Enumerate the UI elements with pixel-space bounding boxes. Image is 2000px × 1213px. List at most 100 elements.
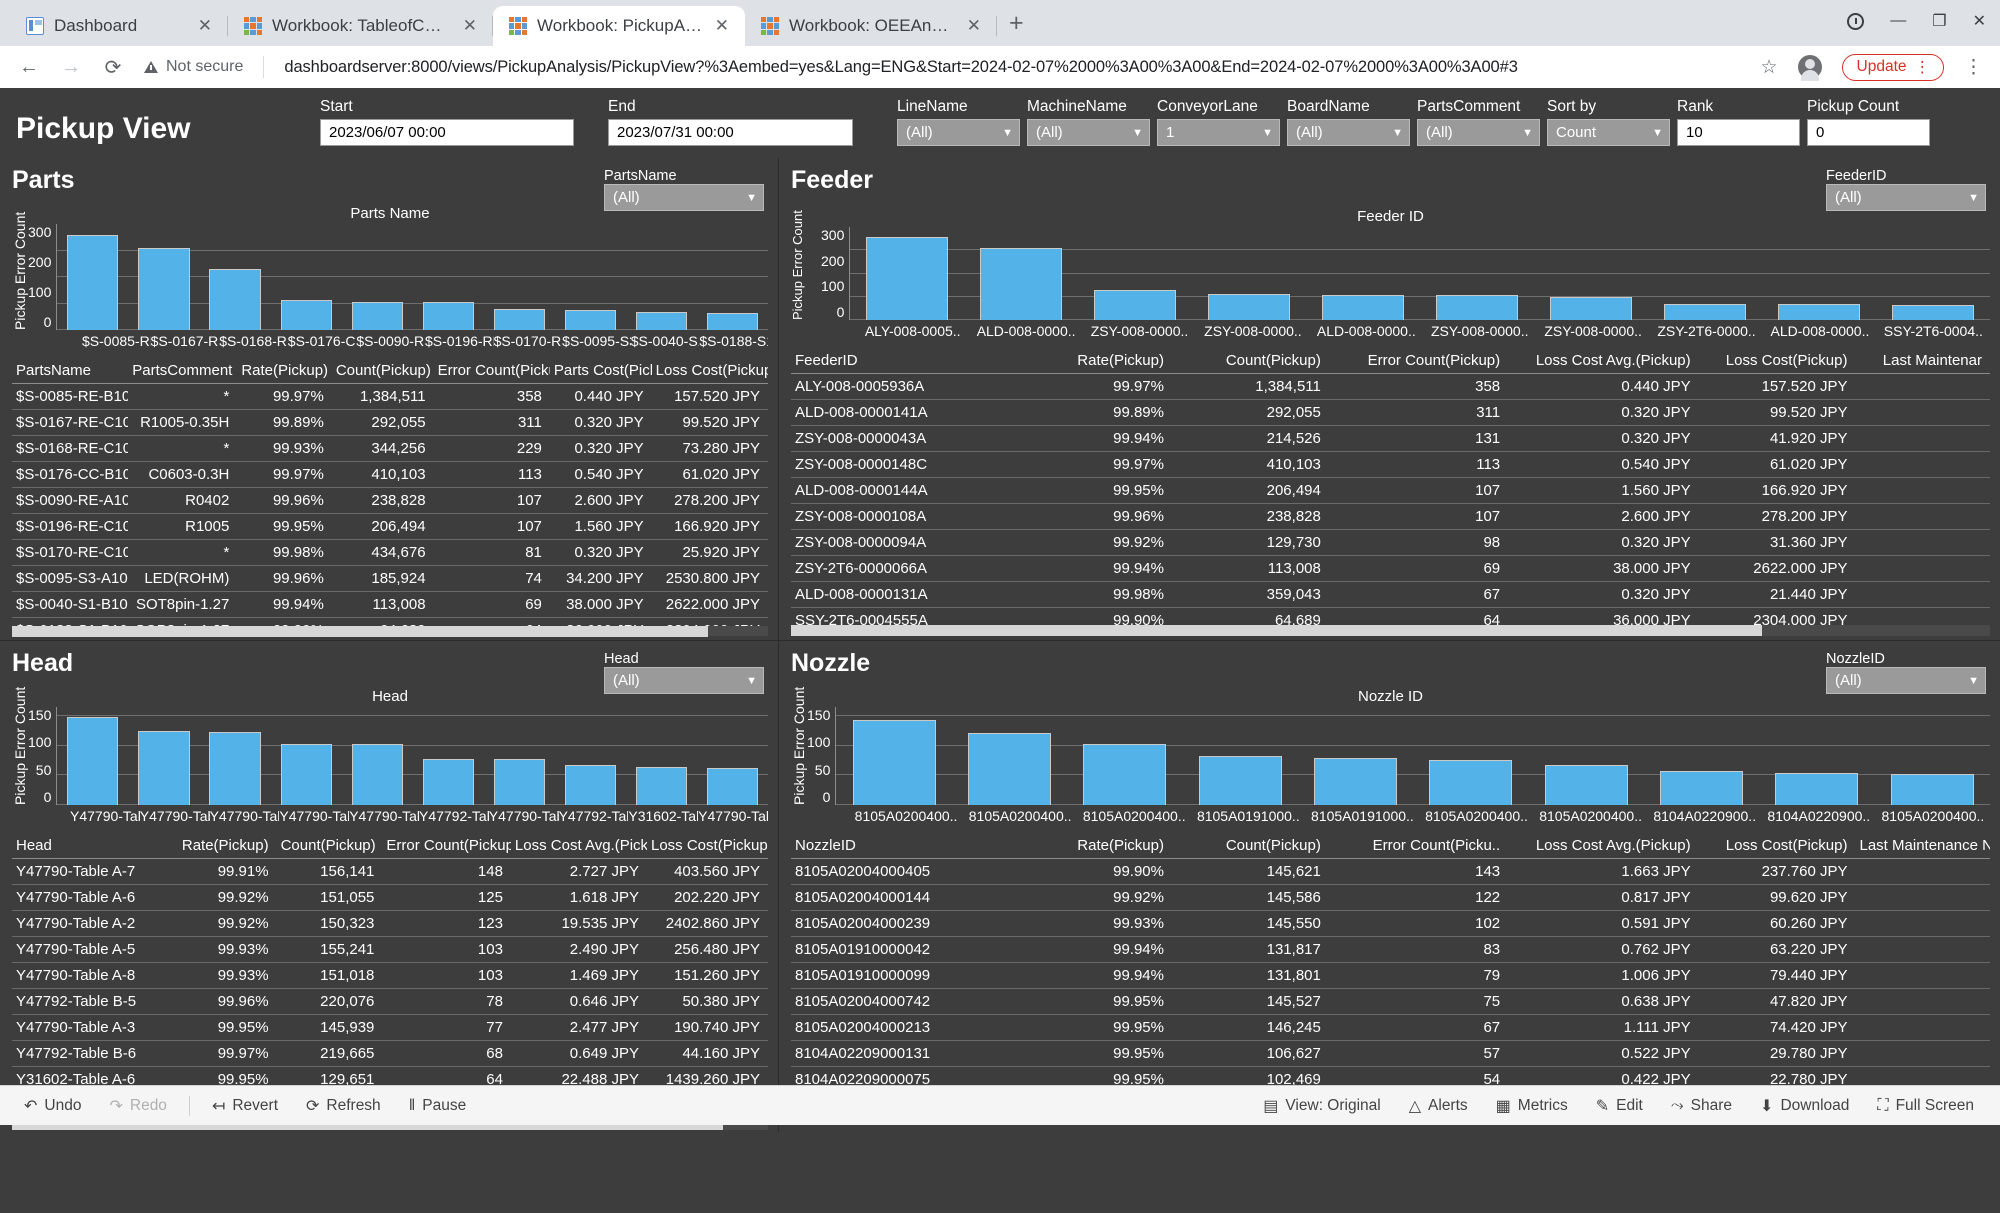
bar[interactable] <box>1314 758 1397 805</box>
table-row[interactable]: Y47792-Table B-699.97%219,665680.649 JPY… <box>12 1041 768 1067</box>
bar-cell[interactable] <box>413 707 484 805</box>
sort-by-select[interactable]: Count ▼ <box>1547 119 1670 146</box>
column-header[interactable]: Loss Cost Avg.(Pickup) <box>1508 834 1698 859</box>
bar-cell[interactable] <box>964 227 1078 320</box>
new-tab-button[interactable]: + <box>1009 9 1024 38</box>
bar-cell[interactable] <box>1298 707 1413 805</box>
bar[interactable] <box>423 302 474 330</box>
column-header[interactable]: Error Count(Pickup) <box>1329 349 1508 374</box>
update-button[interactable]: Update ⋮ <box>1842 54 1944 81</box>
column-header[interactable]: NozzleID <box>791 834 1026 859</box>
bar-cell[interactable] <box>57 224 128 330</box>
column-header[interactable]: Rate(Pickup) <box>1026 834 1172 859</box>
table-row[interactable]: Y47792-Table B-599.96%220,076780.646 JPY… <box>12 989 768 1015</box>
close-icon[interactable]: ✕ <box>713 16 731 36</box>
table-row[interactable]: $S-0085-RE-B10*99.97%1,384,5113580.440 J… <box>12 384 768 410</box>
table-row[interactable]: Y47790-Table A-299.92%150,32312319.535 J… <box>12 911 768 937</box>
bar[interactable] <box>636 312 687 330</box>
close-icon[interactable]: ✕ <box>196 16 214 36</box>
bar-cell[interactable] <box>484 707 555 805</box>
toolbar-metrics-button[interactable]: ▦Metrics <box>1484 1091 1580 1121</box>
column-header[interactable]: PartsComment <box>128 359 237 384</box>
table-row[interactable]: 8105A0200400014499.92%145,5861220.817 JP… <box>791 885 1990 911</box>
bar-cell[interactable] <box>1759 707 1874 805</box>
bar[interactable] <box>1208 294 1290 320</box>
bar-cell[interactable] <box>626 707 697 805</box>
address-input[interactable]: dashboardserver:8000/views/PickupAnalysi… <box>284 58 1740 77</box>
bar-cell[interactable] <box>1420 227 1534 320</box>
table-row[interactable]: ZSY-008-0000043A99.94%214,5261310.320 JP… <box>791 426 1990 452</box>
feeder-id-select[interactable]: (All) ▼ <box>1826 184 1986 211</box>
forward-icon[interactable]: → <box>60 56 82 79</box>
column-header[interactable]: Head <box>12 834 171 859</box>
column-header[interactable]: Last Maintenar <box>1856 349 1991 374</box>
record-icon[interactable] <box>1847 13 1864 30</box>
bar[interactable] <box>1094 290 1176 320</box>
bar[interactable] <box>209 732 260 805</box>
bar[interactable] <box>707 313 758 330</box>
close-window-button[interactable]: ✕ <box>1973 11 1986 31</box>
bar[interactable] <box>209 269 260 330</box>
bar-cell[interactable] <box>697 707 768 805</box>
bar[interactable] <box>67 235 118 330</box>
bar[interactable] <box>1892 305 1974 320</box>
toolbar-alerts-button[interactable]: △Alerts <box>1397 1091 1480 1121</box>
table-row[interactable]: Y47790-Table A-899.93%151,0181031.469 JP… <box>12 963 768 989</box>
bar-cell[interactable] <box>1182 707 1297 805</box>
bar-cell[interactable] <box>1876 227 1990 320</box>
bar-cell[interactable] <box>484 224 555 330</box>
toolbar-download-button[interactable]: ⬇Download <box>1748 1091 1861 1121</box>
column-header[interactable]: Error Count(Pickup) <box>434 359 550 384</box>
parts-comment-select[interactable]: (All) ▼ <box>1417 119 1540 146</box>
table-row[interactable]: ALD-008-0000131A99.98%359,043670.320 JPY… <box>791 582 1990 608</box>
reload-icon[interactable]: ⟳ <box>102 55 124 80</box>
end-date-input[interactable]: 2023/07/31 00:00 <box>608 119 853 146</box>
bar[interactable] <box>352 744 403 805</box>
column-header[interactable]: Loss Cost(Pickup) <box>1699 349 1856 374</box>
bar[interactable] <box>138 731 189 805</box>
table-row[interactable]: SSY-2T6-0004555A99.90%64,6896436.000 JPY… <box>791 608 1990 626</box>
nozzle-id-select[interactable]: (All) ▼ <box>1826 667 1986 694</box>
column-header[interactable]: Loss Cost(Pickup) <box>647 834 768 859</box>
column-header[interactable]: FeederID <box>791 349 1026 374</box>
bar-cell[interactable] <box>413 224 484 330</box>
table-row[interactable]: $S-0170-RE-C10*99.98%434,676810.320 JPY2… <box>12 540 768 566</box>
nozzle-table-container[interactable]: NozzleIDRate(Pickup)Count(Pickup)Error C… <box>791 834 1990 1119</box>
bar-cell[interactable] <box>555 224 626 330</box>
bar-cell[interactable] <box>555 707 626 805</box>
bar[interactable] <box>1545 765 1628 805</box>
browser-tab-tableofcontents[interactable]: Workbook: TableofContents ✕ <box>228 6 493 46</box>
machine-name-select[interactable]: (All) ▼ <box>1027 119 1150 146</box>
column-header[interactable]: Loss Cost(Pickup) <box>1699 834 1856 859</box>
bar-cell[interactable] <box>342 224 413 330</box>
start-date-input[interactable]: 2023/06/07 00:00 <box>320 119 574 146</box>
table-row[interactable]: ZSY-008-0000108A99.96%238,8281072.600 JP… <box>791 504 1990 530</box>
bar-cell[interactable] <box>57 707 128 805</box>
column-header[interactable]: Last Maintenance Nozzle <box>1856 834 1991 859</box>
toolbar-refresh-button[interactable]: ⟳Refresh <box>294 1091 393 1121</box>
column-header[interactable]: Count(Pickup) <box>277 834 383 859</box>
table-row[interactable]: 8105A0200400074299.95%145,527750.638 JPY… <box>791 989 1990 1015</box>
bar-cell[interactable] <box>697 224 768 330</box>
bar[interactable] <box>138 248 189 330</box>
close-icon[interactable]: ✕ <box>965 16 983 36</box>
bar-cell[interactable] <box>1413 707 1528 805</box>
table-row[interactable]: $S-0040-S1-B10SOT8pin-1.2799.94%113,0086… <box>12 592 768 618</box>
column-header[interactable]: Loss Cost Avg.(Pickup) <box>1508 349 1698 374</box>
column-header[interactable]: Rate(Pickup) <box>1026 349 1172 374</box>
table-row[interactable]: $S-0176-CC-B10C0603-0.3H99.97%410,103113… <box>12 462 768 488</box>
toolbar-edit-button[interactable]: ✎Edit <box>1584 1091 1655 1121</box>
table-row[interactable]: Y47790-Table A-599.93%155,2411032.490 JP… <box>12 937 768 963</box>
minimize-button[interactable]: — <box>1890 12 1906 30</box>
bar[interactable] <box>352 302 403 330</box>
feeder-table-container[interactable]: FeederIDRate(Pickup)Count(Pickup)Error C… <box>791 349 1990 625</box>
bar-cell[interactable] <box>199 224 270 330</box>
bar[interactable] <box>980 248 1062 320</box>
bar-cell[interactable] <box>342 707 413 805</box>
bar-cell[interactable] <box>199 707 270 805</box>
bar[interactable] <box>1199 756 1282 805</box>
bar-cell[interactable] <box>1306 227 1420 320</box>
security-indicator[interactable]: Not secure <box>144 58 243 76</box>
parts-name-select[interactable]: (All) ▼ <box>604 184 764 211</box>
column-header[interactable]: Parts Cost(Pickup) <box>550 359 652 384</box>
